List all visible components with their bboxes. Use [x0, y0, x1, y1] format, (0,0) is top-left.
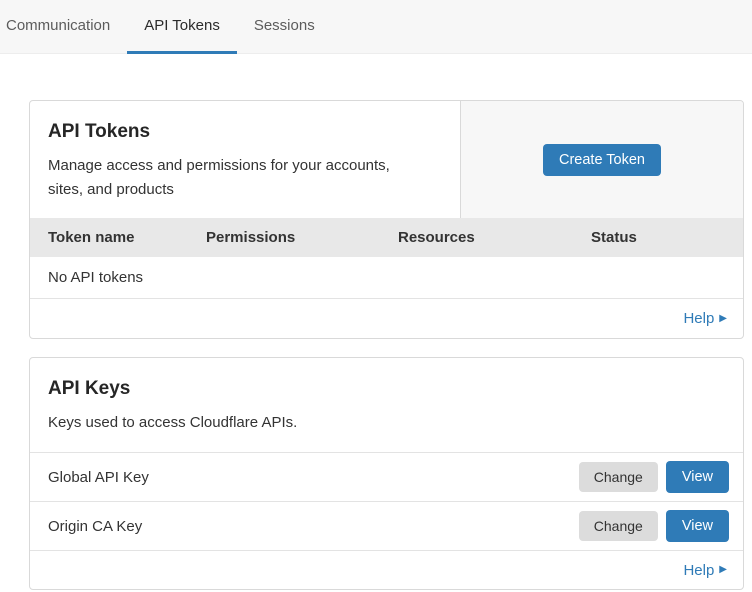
api-tokens-description: Manage access and permissions for your a… — [48, 154, 426, 202]
api-tokens-card: API Tokens Manage access and permissions… — [29, 100, 744, 339]
key-row-origin-ca-key: Origin CA Key Change View — [30, 501, 743, 550]
keys-help-link[interactable]: Help ▶ — [683, 562, 727, 579]
tokens-help-label: Help — [683, 310, 714, 327]
change-global-api-key-button[interactable]: Change — [579, 462, 658, 492]
change-origin-ca-key-button[interactable]: Change — [579, 511, 658, 541]
api-tokens-action-panel: Create Token — [460, 101, 743, 218]
key-row-global-api-key: Global API Key Change View — [30, 452, 743, 501]
key-name-label: Global API Key — [48, 469, 579, 486]
tokens-table-header: Token name Permissions Resources Status — [30, 218, 743, 257]
api-tokens-card-header: API Tokens Manage access and permissions… — [30, 101, 743, 218]
api-keys-card-header: API Keys Keys used to access Cloudflare … — [30, 358, 743, 452]
help-arrow-icon: ▶ — [719, 314, 727, 324]
create-token-button[interactable]: Create Token — [543, 144, 661, 176]
api-keys-description: Keys used to access Cloudflare APIs. — [48, 411, 426, 435]
tab-bar: Communication API Tokens Sessions — [0, 0, 752, 54]
tokens-help-link[interactable]: Help ▶ — [683, 310, 727, 327]
tab-communication[interactable]: Communication — [6, 0, 127, 54]
api-tokens-header-text: API Tokens Manage access and permissions… — [30, 101, 460, 218]
view-origin-ca-key-button[interactable]: View — [666, 510, 729, 542]
tab-api-tokens[interactable]: API Tokens — [127, 0, 237, 54]
keys-help-label: Help — [683, 562, 714, 579]
tokens-card-footer: Help ▶ — [30, 299, 743, 338]
column-header-token-name: Token name — [30, 229, 206, 246]
column-header-resources: Resources — [398, 229, 591, 246]
key-name-label: Origin CA Key — [48, 518, 579, 535]
column-header-permissions: Permissions — [206, 229, 398, 246]
column-header-status: Status — [591, 229, 743, 246]
tokens-empty-row: No API tokens — [30, 257, 743, 299]
help-arrow-icon: ▶ — [719, 565, 727, 575]
keys-card-footer: Help ▶ — [30, 550, 743, 589]
api-keys-card: API Keys Keys used to access Cloudflare … — [29, 357, 744, 590]
tab-sessions[interactable]: Sessions — [237, 0, 332, 54]
api-tokens-title: API Tokens — [48, 121, 442, 143]
view-global-api-key-button[interactable]: View — [666, 461, 729, 493]
api-keys-title: API Keys — [48, 378, 725, 400]
tokens-empty-text: No API tokens — [48, 269, 143, 286]
